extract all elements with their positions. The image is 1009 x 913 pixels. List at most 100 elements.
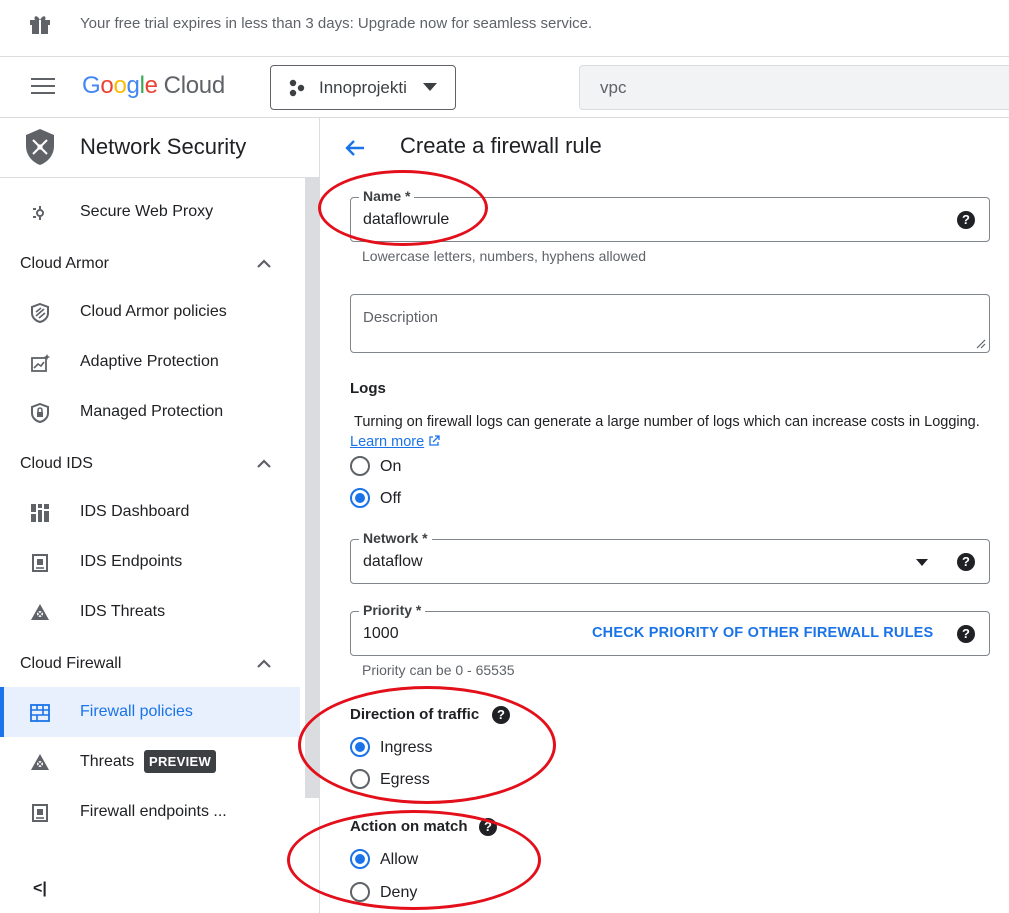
chevron-up-icon [257,259,271,268]
sidebar-group-cloud-armor[interactable]: Cloud Armor [0,239,300,289]
sidebar-item-label: IDS Dashboard [80,503,190,520]
sidebar-item-label: Managed Protection [80,403,224,420]
google-cloud-logo[interactable]: Google Cloud [82,71,225,101]
sidebar-header: Network Security [0,118,320,178]
deny-radio[interactable] [350,882,370,902]
sidebar-item-managed-protection[interactable]: Managed Protection [0,387,300,437]
caret-down-icon [916,559,928,566]
network-select[interactable]: Network * dataflow ? [350,530,990,584]
logs-label: Logs [350,380,386,397]
network-label: Network * [359,530,432,546]
project-picker[interactable]: Innoprojekti [270,65,456,110]
back-arrow-icon[interactable] [343,136,367,160]
sidebar-item-secure-web-proxy[interactable]: Secure Web Proxy [0,187,300,237]
sidebar-item-label: IDS Endpoints [80,553,183,570]
allow-label: Allow [380,851,419,868]
sidebar-group-label: Cloud Firewall [20,655,122,672]
sidebar: Network Security Secure Web Proxy Cloud … [0,118,320,913]
trial-banner: Your free trial expires in less than 3 d… [0,0,1009,56]
priority-hint: Priority can be 0 - 65535 [362,662,515,678]
chevron-up-icon [257,459,271,468]
help-icon[interactable]: ? [957,211,975,229]
sidebar-item-cloud-armor-policies[interactable]: Cloud Armor policies [0,287,300,337]
collapse-sidebar-button[interactable]: <| [33,880,47,898]
egress-radio[interactable] [350,769,370,789]
logs-on-label: On [380,458,402,475]
priority-field[interactable]: Priority * 1000 CHECK PRIORITY OF OTHER … [350,602,990,656]
name-hint: Lowercase letters, numbers, hyphens allo… [362,248,647,264]
ingress-radio[interactable] [350,737,370,757]
sidebar-item-label: Firewall endpoints ... [80,803,227,820]
firewall-icon [30,704,50,722]
learn-more-link[interactable]: Learn more [350,434,424,450]
endpoint-icon [32,804,48,822]
project-dots-icon [289,79,305,96]
direction-label: Direction of traffic [350,706,480,723]
external-link-icon [429,435,440,446]
sidebar-item-ids-threats[interactable]: IDS Threats [0,587,300,637]
sidebar-item-label: Cloud Armor policies [80,303,227,320]
description-field[interactable]: Description [350,294,990,353]
resize-handle-icon[interactable] [976,339,986,349]
priority-label: Priority * [359,602,426,618]
search-box[interactable] [579,65,1009,110]
project-name: Innoprojekti [319,77,407,97]
threat-icon [31,604,49,620]
allow-radio[interactable] [350,849,370,869]
chart-sparkle-icon [31,354,50,372]
gift-icon [30,16,50,34]
help-icon[interactable]: ? [492,706,510,724]
sidebar-item-ids-endpoints[interactable]: IDS Endpoints [0,537,300,587]
help-icon[interactable]: ? [957,553,975,571]
check-priority-button[interactable]: CHECK PRIORITY OF OTHER FIREWALL RULES [592,625,933,641]
deny-label: Deny [380,884,418,901]
name-field[interactable]: Name * dataflowrule ? [350,188,990,242]
name-label: Name * [359,188,415,204]
egress-label: Egress [380,771,430,788]
sidebar-group-cloud-ids[interactable]: Cloud IDS [0,439,300,489]
ingress-label: Ingress [380,739,433,756]
proxy-icon [33,206,44,220]
sidebar-item-adaptive-protection[interactable]: Adaptive Protection [0,337,300,387]
logs-off-radio[interactable] [350,488,370,508]
threat-icon [31,754,49,770]
sidebar-item-label: Adaptive Protection [80,353,219,370]
action-label: Action on match [350,818,468,835]
top-header: Google Cloud Innoprojekti [0,56,1009,118]
trial-banner-text: Your free trial expires in less than 3 d… [80,15,593,32]
chevron-up-icon [257,659,271,668]
endpoint-icon [32,554,48,572]
sidebar-item-label: IDS Threats [80,603,166,620]
sidebar-group-label: Cloud Armor [20,255,109,272]
sidebar-item-ids-dashboard[interactable]: IDS Dashboard [0,487,300,537]
help-icon[interactable]: ? [957,625,975,643]
sidebar-item-firewall-policies[interactable]: Firewall policies [0,687,300,737]
sidebar-scrollbar[interactable] [305,178,319,798]
sidebar-item-label: Threats [80,753,135,770]
caret-down-icon [423,83,437,91]
network-security-icon [26,129,54,165]
name-value: dataflowrule [363,211,450,228]
lock-shield-icon [31,403,49,423]
logs-off-label: Off [380,490,402,507]
search-input[interactable] [600,78,980,98]
help-icon[interactable]: ? [479,818,497,836]
sidebar-title: Network Security [80,134,247,159]
description-placeholder: Description [363,309,439,326]
shield-icon [31,303,49,323]
sidebar-group-label: Cloud IDS [20,455,93,472]
logs-description: Turning on firewall logs can generate a … [350,414,980,450]
sidebar-item-threats[interactable]: Threats PREVIEW [0,737,300,787]
priority-value: 1000 [363,625,399,642]
logs-on-radio[interactable] [350,456,370,476]
page-title: Create a firewall rule [400,133,602,158]
sidebar-group-cloud-firewall[interactable]: Cloud Firewall [0,639,300,689]
main-menu-button[interactable] [31,78,55,96]
sidebar-item-label: Secure Web Proxy [80,203,214,220]
sidebar-nav: Secure Web Proxy Cloud Armor Cloud Armor… [0,178,305,913]
main-content: Create a firewall rule Name * dataflowru… [320,118,1009,913]
preview-badge: PREVIEW [144,750,217,773]
sidebar-item-firewall-endpoints[interactable]: Firewall endpoints ... [0,787,300,837]
sidebar-item-label: Firewall policies [80,703,193,720]
dashboard-icon [31,504,49,522]
